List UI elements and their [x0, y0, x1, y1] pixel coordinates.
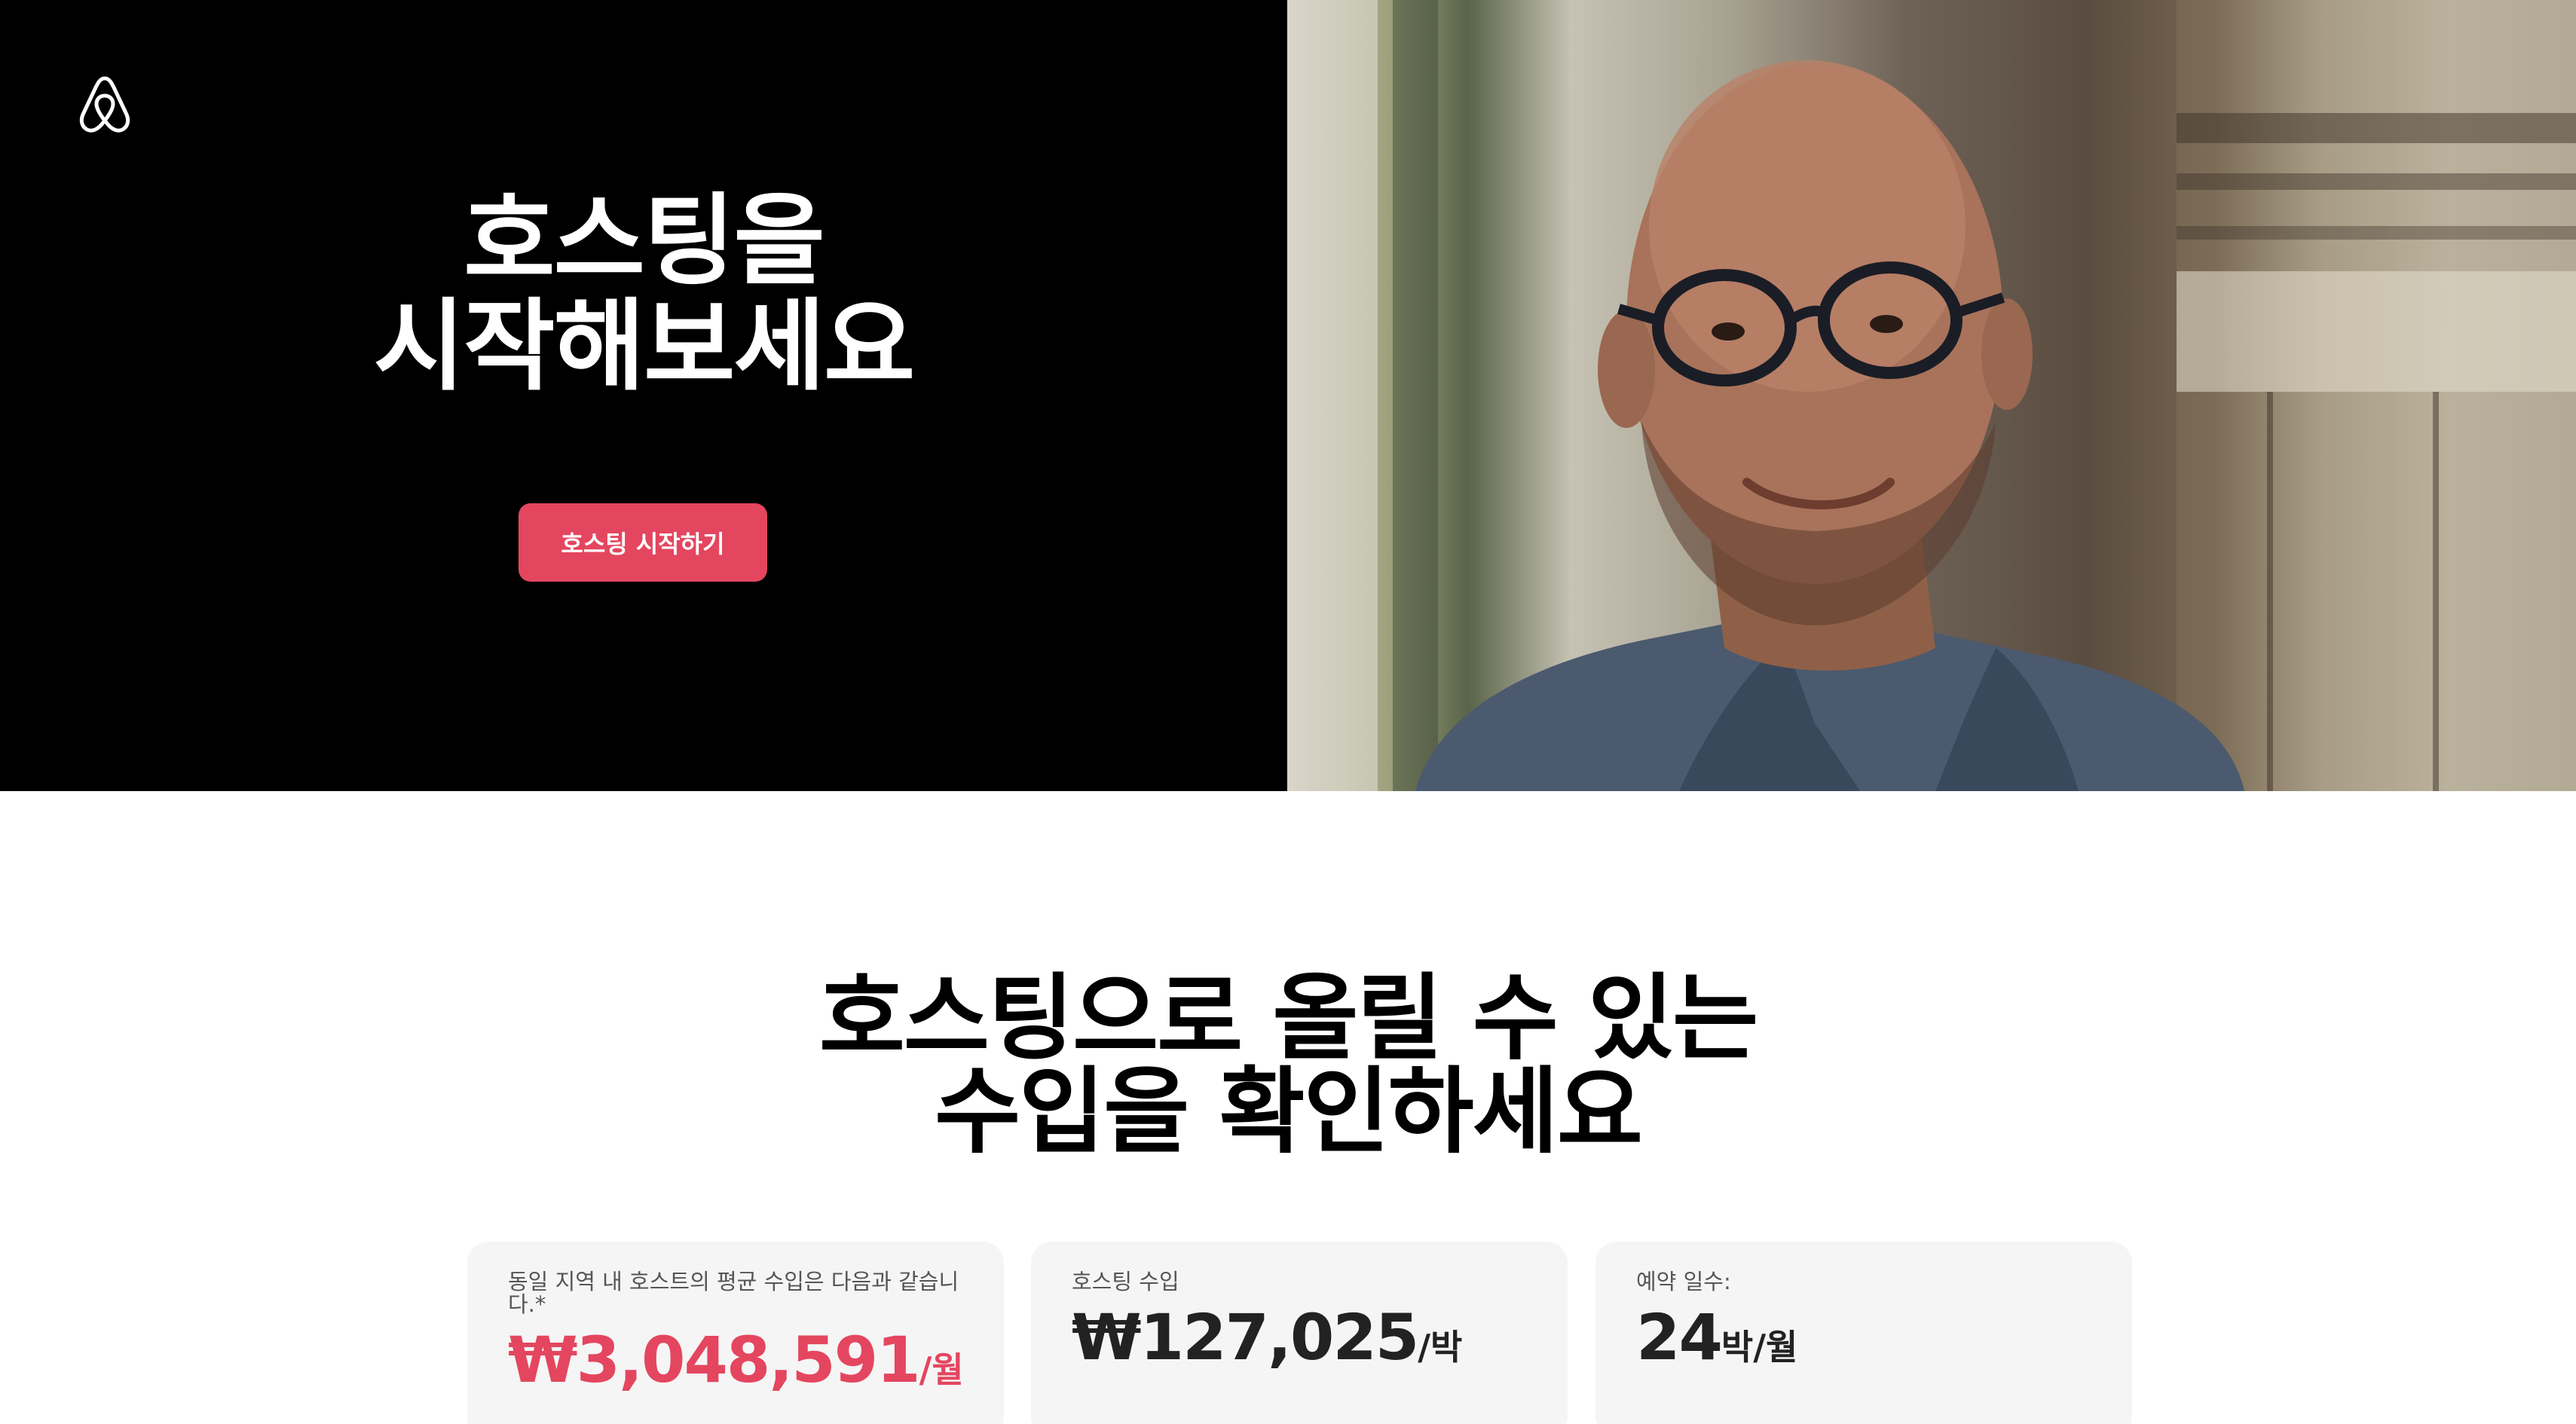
- hero-title: 호스팅을 시작해보세요: [0, 188, 1287, 399]
- start-hosting-button[interactable]: 호스팅 시작하기: [519, 503, 767, 582]
- hero-section: 호스팅을 시작해보세요 호스팅 시작하기: [0, 0, 2576, 791]
- earnings-amount: ₩127,025: [1072, 1300, 1419, 1374]
- booked-nights-card: 예약 일수: 24박/월: [1595, 1242, 2132, 1424]
- nightly-earnings-card: 호스팅 수입 ₩127,025/박: [1031, 1242, 1568, 1424]
- earnings-amount: ₩3,048,591: [508, 1323, 921, 1397]
- earnings-title-line: 호스팅으로 올릴 수 있는: [818, 964, 1758, 1073]
- average-earnings-value: ₩3,048,591/월: [508, 1323, 964, 1397]
- hero-photo: [1287, 0, 2576, 791]
- nights-amount: 24: [1636, 1300, 1723, 1374]
- nights-unit: 박/월: [1721, 1327, 1798, 1367]
- hero-title-line: 호스팅을: [463, 183, 825, 299]
- earnings-unit: /월: [919, 1349, 964, 1390]
- hero-panel: 호스팅을 시작해보세요 호스팅 시작하기: [0, 0, 1287, 791]
- booked-nights-value: 24박/월: [1636, 1300, 1797, 1374]
- earnings-unit: /박: [1418, 1327, 1463, 1367]
- nightly-earnings-value: ₩127,025/박: [1072, 1300, 1462, 1374]
- card-label: 호스팅 수입: [1072, 1269, 1179, 1294]
- average-earnings-card: 동일 지역 내 호스트의 평균 수입은 다음과 같습니다.* ₩3,048,59…: [467, 1242, 1004, 1424]
- host-portrait-image: [1287, 0, 2576, 791]
- card-label: 예약 일수:: [1636, 1269, 1731, 1294]
- earnings-title-line: 수입을 확인하세요: [935, 1058, 1643, 1166]
- earnings-title: 호스팅으로 올릴 수 있는 수입을 확인하세요: [0, 972, 2576, 1159]
- hero-title-line: 시작해보세요: [373, 289, 916, 405]
- card-label: 동일 지역 내 호스트의 평균 수입은 다음과 같습니다.*: [508, 1269, 959, 1317]
- airbnb-logo-icon[interactable]: [77, 72, 133, 136]
